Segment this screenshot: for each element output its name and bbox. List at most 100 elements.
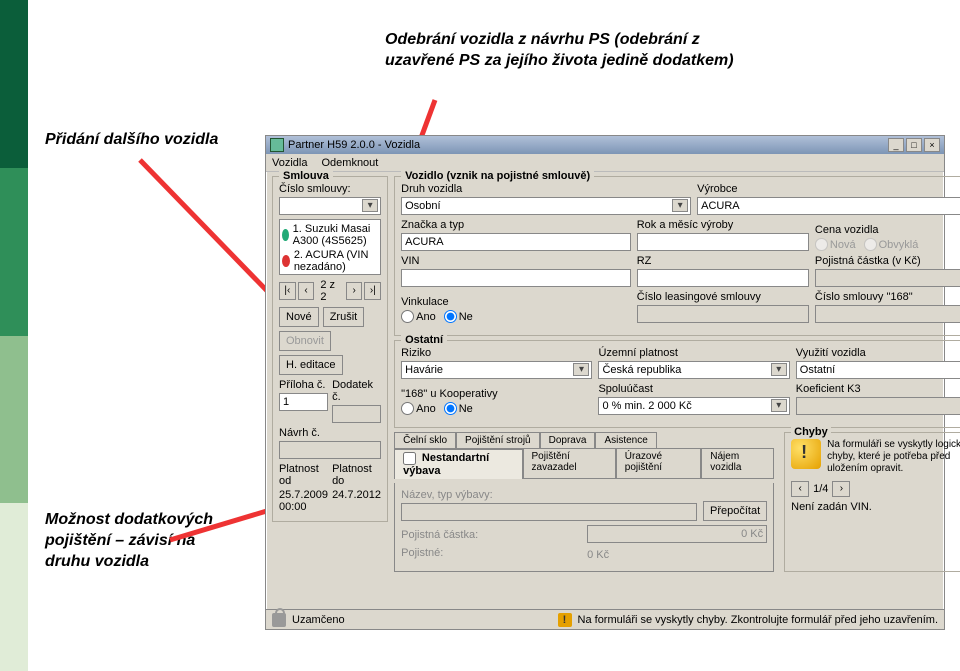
group-ostatni: Ostatní Riziko Havárie Územní platnost Č… [394, 340, 960, 428]
tab-pojisteni-stroju[interactable]: Pojištění strojů [456, 432, 540, 448]
znacka-label: Značka a typ [401, 219, 631, 231]
sml168-input [815, 305, 960, 323]
pager-first[interactable]: |‹ [279, 282, 296, 300]
rz-input[interactable] [637, 269, 809, 287]
vin-label: VIN [401, 255, 631, 267]
platnost-do-value: 24.7.2012 [332, 489, 381, 501]
koop168-ano-radio[interactable] [401, 402, 414, 415]
window-title: Partner H59 2.0.0 - Vozidla [288, 139, 420, 151]
castka-label: Pojistná částka (v Kč) [815, 255, 960, 267]
extras-tabs-bottom: Nestandartní výbava Pojištění zavazadel … [394, 448, 774, 479]
error-icon [282, 255, 290, 267]
vinkulace-label: Vinkulace [401, 296, 631, 308]
warning-icon [791, 439, 821, 469]
tab-doprava[interactable]: Doprava [540, 432, 596, 448]
menu-odemknout[interactable]: Odemknout [321, 157, 378, 169]
obnovit-button[interactable]: Obnovit [279, 331, 331, 351]
druh-label: Druh vozidla [401, 183, 691, 195]
group-vozidlo-title: Vozidlo (vznik na pojistné smlouvě) [401, 170, 594, 182]
ok-icon [282, 229, 289, 241]
dodatek-c-input [332, 405, 381, 423]
annotation-add-vehicle: Přidání dalšího vozidla [45, 130, 275, 151]
tab-nestandartni-vybava[interactable]: Nestandartní výbava [394, 449, 522, 479]
status-bar: Uzamčeno ! Na formuláři se vyskytly chyb… [266, 609, 944, 629]
navrh-c-label: Návrh č. [279, 427, 381, 439]
cena-obvykla-radio [864, 238, 877, 251]
tab-urazove[interactable]: Úrazové pojištění [616, 448, 701, 478]
err-message: Není zadán VIN. [791, 501, 960, 513]
zrusit-button[interactable]: Zrušit [323, 307, 365, 327]
group-chyby: Chyby Na formuláři se vyskytly logické c… [784, 432, 960, 572]
close-button[interactable]: × [924, 138, 940, 152]
h-editace-button[interactable]: H. editace [279, 355, 343, 375]
status-locked: Uzamčeno [292, 614, 345, 626]
sml168-label: Číslo smlouvy "168" [815, 291, 960, 303]
platnost-do-label: Platnost do [332, 463, 381, 487]
tab-najem[interactable]: Nájem vozidla [701, 448, 774, 478]
status-warning-text: Na formuláři se vyskytly chyby. Zkontrol… [578, 614, 938, 626]
vinkulace-ano-radio[interactable] [401, 310, 414, 323]
err-page: 1/4 [813, 483, 828, 495]
err-prev[interactable]: ‹ [791, 481, 809, 497]
pager-prev[interactable]: ‹ [298, 282, 315, 300]
menu-vozidla[interactable]: Vozidla [272, 157, 307, 169]
group-ostatni-title: Ostatní [401, 334, 447, 346]
cislo-smlouvy-combo[interactable] [279, 197, 381, 215]
vehicle-list[interactable]: 1. Suzuki Masai A300 (4S5625) 2. ACURA (… [279, 219, 381, 275]
annotation-remove-vehicle: Odebrání vozidla z návrhu PS (odebrání z… [385, 30, 765, 72]
leasing-input [637, 305, 809, 323]
rz-label: RZ [637, 255, 809, 267]
nazev-input [401, 503, 697, 521]
vyrobce-label: Výrobce [697, 183, 960, 195]
vin-input[interactable] [401, 269, 631, 287]
rokmesic-label: Rok a měsíc výroby [637, 219, 809, 231]
list-item[interactable]: 1. Suzuki Masai A300 (4S5625) [282, 222, 378, 248]
pojcastka-label: Pojistná částka: [401, 529, 581, 541]
platnost-od-value: 25.7.2009 00:00 [279, 489, 328, 513]
vyrobce-combo[interactable]: ACURA [697, 197, 960, 215]
uzemni-combo[interactable]: Česká republika [598, 361, 789, 379]
maximize-button[interactable]: □ [906, 138, 922, 152]
pojistne-value: 0 Kč [587, 549, 767, 561]
lock-icon [272, 613, 286, 627]
rokmesic-input[interactable] [637, 233, 809, 251]
tab-asistence[interactable]: Asistence [595, 432, 656, 448]
nestd-checkbox[interactable] [403, 452, 416, 465]
title-bar[interactable]: Partner H59 2.0.0 - Vozidla _ □ × [266, 136, 944, 154]
spoluucast-combo[interactable]: 0 % min. 2 000 Kč [598, 397, 789, 415]
znacka-input[interactable] [401, 233, 631, 251]
vyuziti-combo[interactable]: Ostatní [796, 361, 960, 379]
nazev-label: Název, typ výbavy: [401, 489, 697, 501]
group-smlouva: Smlouva Číslo smlouvy: 1. Suzuki Masai A… [272, 176, 388, 522]
tab-zavazadla[interactable]: Pojištění zavazadel [523, 448, 616, 478]
dodatek-c-label: Dodatek č. [332, 379, 381, 403]
app-icon [270, 138, 284, 152]
list-item[interactable]: 2. ACURA (VIN nezadáno) [282, 248, 378, 274]
list-pager: |‹ ‹ 2 z 2 › ›| [279, 279, 381, 303]
err-next[interactable]: › [832, 481, 850, 497]
cislo-smlouvy-label: Číslo smlouvy: [279, 183, 381, 195]
pojistne-label: Pojistné: [401, 547, 581, 559]
riziko-label: Riziko [401, 347, 592, 359]
group-vozidlo: Vozidlo (vznik na pojistné smlouvě) Druh… [394, 176, 960, 336]
minimize-button[interactable]: _ [888, 138, 904, 152]
pager-text: 2 z 2 [316, 279, 343, 303]
warning-icon: ! [558, 613, 572, 627]
druh-combo[interactable]: Osobní [401, 197, 691, 215]
vyuziti-label: Využití vozidla [796, 347, 960, 359]
vinkulace-ne-radio[interactable] [444, 310, 457, 323]
pager-last[interactable]: ›| [364, 282, 381, 300]
riziko-combo[interactable]: Havárie [401, 361, 592, 379]
priloha-c-input[interactable] [279, 393, 328, 411]
nove-button[interactable]: Nové [279, 307, 319, 327]
pager-next[interactable]: › [346, 282, 363, 300]
pojcastka-value [587, 525, 767, 543]
platnost-od-label: Platnost od [279, 463, 328, 487]
k3-combo [796, 397, 960, 415]
spoluucast-label: Spoluúčast [598, 383, 789, 395]
prepocitat-button[interactable]: Přepočítat [703, 501, 767, 521]
cena-nova-radio [815, 238, 828, 251]
koop168-ne-radio[interactable] [444, 402, 457, 415]
tab-celni-sklo[interactable]: Čelní sklo [394, 432, 456, 448]
app-window: Partner H59 2.0.0 - Vozidla _ □ × Vozidl… [265, 135, 945, 630]
